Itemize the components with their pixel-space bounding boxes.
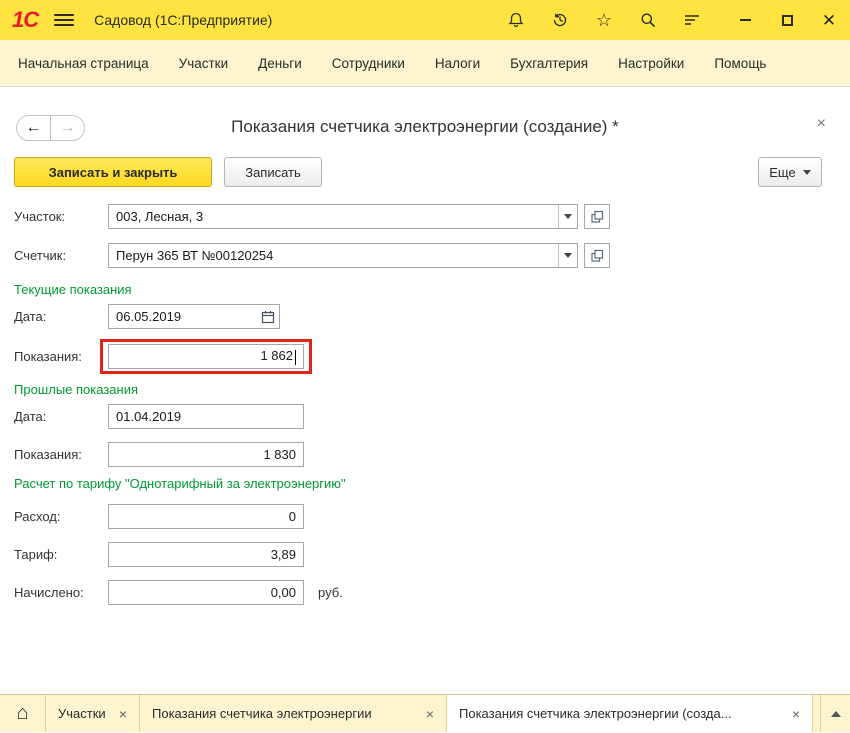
titlebar: 1С Садовод (1С:Предприятие) ☆ ✕ — [0, 0, 850, 40]
rate-label: Тариф: — [14, 547, 58, 562]
plot-field[interactable]: 003, Лесная, 3 — [108, 204, 578, 229]
previous-readings-header: Прошлые показания — [14, 382, 139, 397]
current-reading-label: Показания: — [14, 349, 82, 364]
current-date-label: Дата: — [14, 309, 47, 324]
previous-reading-label: Показания: — [14, 447, 82, 462]
minimize-icon[interactable] — [736, 11, 754, 29]
menu-item-employees[interactable]: Сотрудники — [332, 56, 405, 71]
plot-dropdown-icon[interactable] — [558, 205, 577, 228]
open-windows-tabbar: ⌂ Участки × Показания счетчика электроэн… — [0, 694, 850, 732]
tab-meter-readings-label: Показания счетчика электроэнергии — [152, 706, 372, 721]
service-menu-icon[interactable] — [682, 10, 702, 30]
more-button-label: Еще — [769, 164, 796, 180]
tab-meter-readings-new-label: Показания счетчика электроэнергии (созда… — [459, 706, 732, 721]
tab-plots-close-icon[interactable]: × — [119, 706, 127, 722]
accrued-label: Начислено: — [14, 585, 84, 600]
previous-reading-field[interactable]: 1 830 — [108, 442, 304, 467]
menu-item-money[interactable]: Деньги — [258, 56, 302, 71]
tab-home[interactable]: ⌂ — [0, 695, 46, 732]
app-window: 1С Садовод (1С:Предприятие) ☆ ✕ Начальна… — [0, 0, 850, 733]
window-title: Садовод (1С:Предприятие) — [94, 12, 273, 28]
consumption-label: Расход: — [14, 509, 61, 524]
tab-meter-readings-new[interactable]: Показания счетчика электроэнергии (созда… — [447, 695, 813, 732]
rate-field[interactable]: 3,89 — [108, 542, 304, 567]
chevron-down-icon — [802, 169, 811, 175]
maximize-icon[interactable] — [778, 11, 796, 29]
form-area: ← → Показания счетчика электроэнергии (с… — [0, 87, 850, 694]
tab-meter-readings-close-icon[interactable]: × — [426, 706, 434, 722]
current-reading-field[interactable]: 1 862 — [108, 344, 304, 369]
meter-dropdown-icon[interactable] — [558, 244, 577, 267]
accrued-field[interactable]: 0,00 — [108, 580, 304, 605]
save-button[interactable]: Записать — [224, 157, 322, 187]
text-caret — [295, 349, 296, 365]
tab-meter-readings-new-close-icon[interactable]: × — [792, 706, 800, 722]
meter-field[interactable]: Перун 365 ВТ №00120254 — [108, 243, 578, 268]
current-date-field[interactable]: 06.05.2019 — [108, 304, 280, 329]
calendar-icon[interactable] — [257, 305, 279, 328]
current-reading-value: 1 862 — [260, 348, 293, 364]
menu-item-settings[interactable]: Настройки — [618, 56, 684, 71]
menu-item-home[interactable]: Начальная страница — [18, 56, 149, 71]
main-menu-icon[interactable] — [54, 14, 75, 26]
tariff-calc-header: Расчет по тарифу "Однотарифный за электр… — [14, 476, 346, 491]
menu-item-plots[interactable]: Участки — [179, 56, 229, 71]
menu-item-accounting[interactable]: Бухгалтерия — [510, 56, 588, 71]
notifications-bell-icon[interactable] — [506, 10, 526, 30]
history-icon[interactable] — [550, 10, 570, 30]
chevron-up-icon — [830, 710, 841, 717]
form-title: Показания счетчика электроэнергии (созда… — [231, 117, 619, 136]
favorites-star-icon[interactable]: ☆ — [594, 10, 614, 30]
accrued-value: 0,00 — [270, 585, 296, 600]
menu-item-help[interactable]: Помощь — [714, 56, 766, 71]
plot-label: Участок: — [14, 209, 66, 224]
plot-value: 003, Лесная, 3 — [116, 209, 204, 224]
close-form-icon[interactable]: × — [817, 115, 826, 133]
tab-meter-readings[interactable]: Показания счетчика электроэнергии × — [140, 695, 447, 732]
main-menu: Начальная страница Участки Деньги Сотруд… — [0, 40, 850, 87]
titlebar-icons: ☆ — [506, 10, 702, 30]
window-controls: ✕ — [736, 11, 838, 29]
more-button[interactable]: Еще — [758, 157, 822, 187]
meter-open-button[interactable] — [584, 243, 610, 268]
previous-date-field[interactable]: 01.04.2019 — [108, 404, 304, 429]
current-readings-header: Текущие показания — [14, 282, 132, 297]
save-and-close-button[interactable]: Записать и закрыть — [14, 157, 212, 187]
previous-date-label: Дата: — [14, 409, 47, 424]
tabbar-scroll-up-button[interactable] — [820, 695, 850, 732]
close-window-icon[interactable]: ✕ — [820, 11, 838, 29]
plot-open-button[interactable] — [584, 204, 610, 229]
current-date-value: 06.05.2019 — [116, 309, 182, 324]
tab-plots-label: Участки — [58, 706, 106, 721]
consumption-field[interactable]: 0 — [108, 504, 304, 529]
1c-logo: 1С — [12, 7, 39, 32]
meter-label: Счетчик: — [14, 248, 67, 263]
rate-value: 3,89 — [270, 547, 296, 562]
home-icon: ⌂ — [16, 702, 29, 724]
previous-date-value: 01.04.2019 — [116, 409, 182, 424]
menu-item-taxes[interactable]: Налоги — [435, 56, 480, 71]
currency-label: руб. — [318, 585, 343, 600]
tab-plots[interactable]: Участки × — [46, 695, 140, 732]
consumption-value: 0 — [288, 509, 296, 524]
meter-value: Перун 365 ВТ №00120254 — [116, 248, 274, 263]
search-icon[interactable] — [638, 10, 658, 30]
previous-reading-value: 1 830 — [263, 447, 296, 462]
